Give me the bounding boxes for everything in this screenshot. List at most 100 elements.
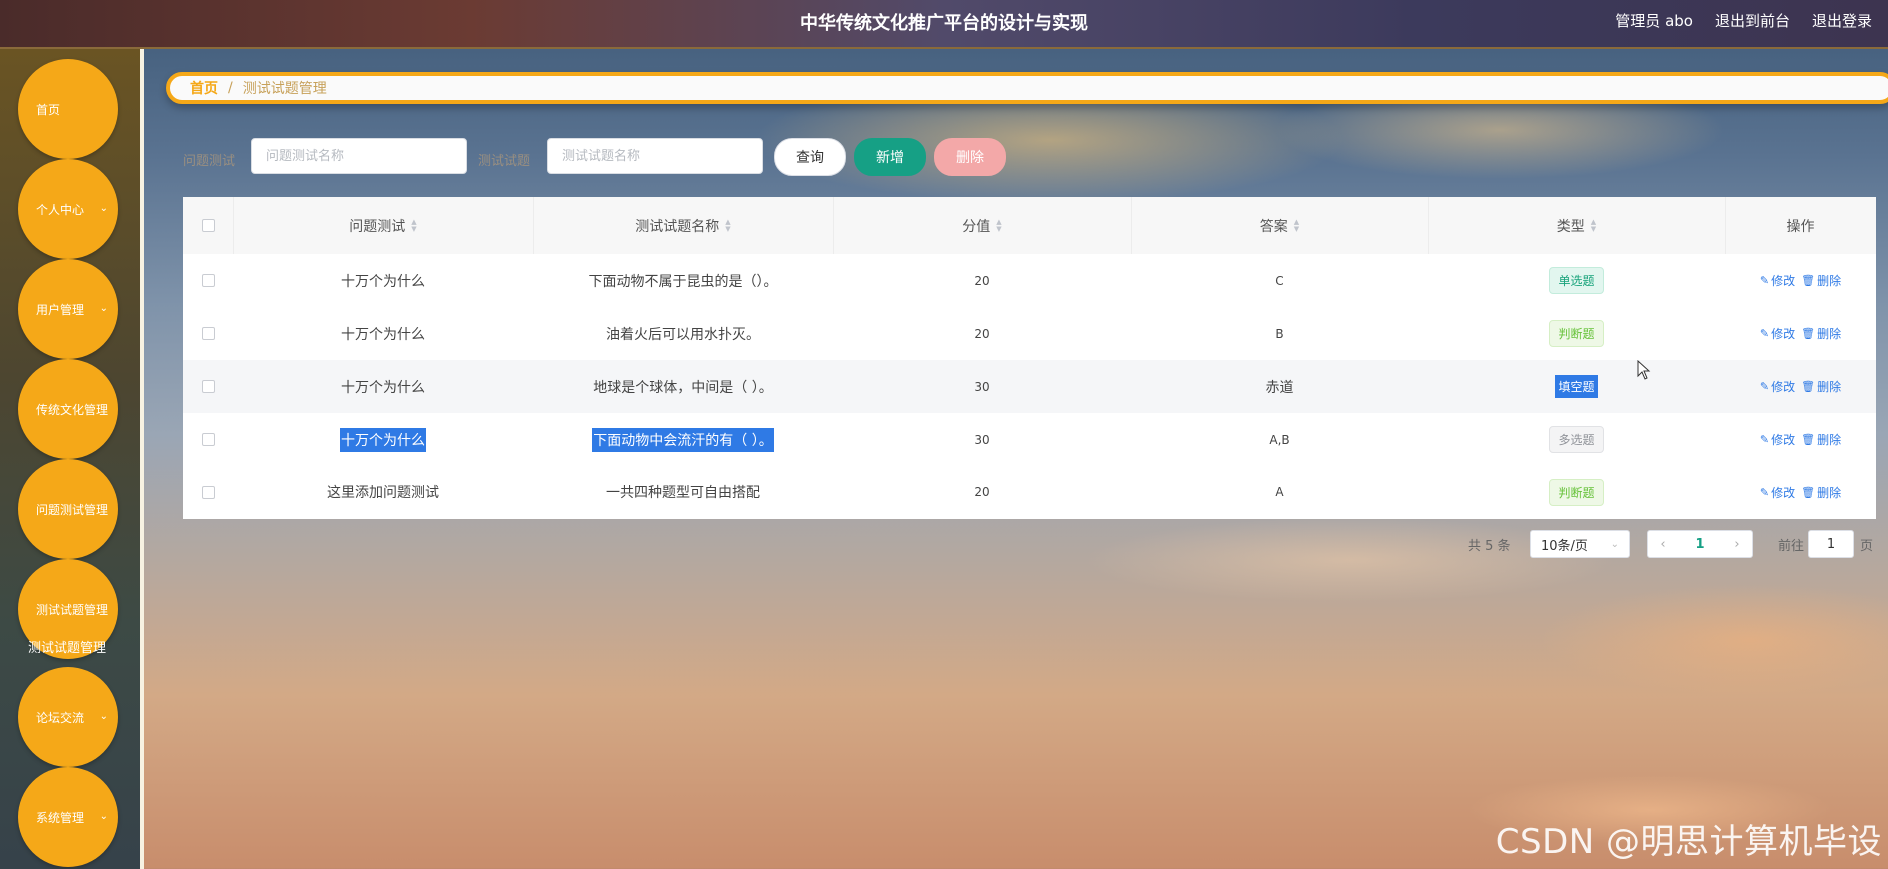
prev-page-icon[interactable]: ‹ <box>1648 537 1678 552</box>
to-front-link[interactable]: 退出到前台 <box>1715 10 1790 31</box>
edit-button[interactable]: ✎ 修改 <box>1760 484 1795 501</box>
column-header-question[interactable]: 测试试题名称 ▲ ▼ <box>533 197 833 254</box>
sidebar-item-culture-management[interactable]: 传统文化管理 <box>18 359 118 459</box>
cell-question: 油着火后可以用水扑灭。 <box>606 326 760 343</box>
question-name-label: 测试试题 <box>478 154 531 169</box>
cell-question: 地球是个球体，中间是（ ）。 <box>593 379 773 396</box>
sidebar-item-personal-center[interactable]: 个人中心 ⌄ <box>18 159 118 259</box>
chevron-down-icon: ⌄ <box>99 203 108 214</box>
cell-score: 20 <box>974 273 990 288</box>
row-actions: ✎ 修改 🗑 删除 <box>1725 466 1876 518</box>
column-header-test[interactable]: 问题测试 ▲ ▼ <box>233 197 533 254</box>
sidebar-item-home[interactable]: 首页 <box>18 59 118 159</box>
sidebar-item-forum[interactable]: 论坛交流 ⌄ <box>18 667 118 767</box>
sort-icon[interactable]: ▲ ▼ <box>725 218 730 233</box>
edit-icon: ✎ <box>1759 433 1770 446</box>
column-header-answer[interactable]: 答案 ▲ ▼ <box>1131 197 1428 254</box>
cell-score: 30 <box>974 432 990 447</box>
column-header-actions: 操作 <box>1786 218 1815 235</box>
test-name-label: 问题测试 <box>183 154 236 169</box>
cell-test: 十万个为什么 <box>341 379 425 396</box>
app-title: 中华传统文化推广平台的设计与实现 <box>800 13 1088 34</box>
current-user: 管理员 abo <box>1615 12 1693 30</box>
edit-icon: ✎ <box>1759 327 1770 340</box>
sidebar-active-label: 测试试题管理 <box>28 641 107 656</box>
delete-button[interactable]: 🗑 删除 <box>1801 325 1841 342</box>
cell-answer: C <box>1275 273 1284 288</box>
breadcrumb-home[interactable]: 首页 <box>190 78 218 98</box>
breadcrumb-separator: / <box>228 80 233 96</box>
sort-icon[interactable]: ▲ ▼ <box>996 218 1001 233</box>
cell-answer: A,B <box>1269 432 1290 447</box>
edit-icon: ✎ <box>1759 380 1770 393</box>
page-number[interactable]: 1 <box>1678 537 1722 552</box>
page-suffix: 页 <box>1860 538 1874 554</box>
sidebar-item-label: 问题测试管理 <box>36 502 109 517</box>
cell-question: 下面动物中会流汗的有（ ）。 <box>533 413 833 466</box>
sidebar-item-system-management[interactable]: 系统管理 ⌄ <box>18 767 118 867</box>
sidebar-item-user-management[interactable]: 用户管理 ⌄ <box>18 259 118 359</box>
sidebar-item-label: 测试试题管理 <box>36 602 109 617</box>
row-checkbox[interactable] <box>201 433 215 446</box>
select-all-cell <box>183 197 233 254</box>
cell-answer: 赤道 <box>1265 379 1294 396</box>
row-checkbox[interactable] <box>201 327 215 340</box>
page-size-select[interactable]: 10条/页 ⌄ <box>1530 530 1630 558</box>
row-checkbox[interactable] <box>201 380 215 393</box>
breadcrumb: 首页 / 测试试题管理 <box>166 72 1888 104</box>
question-name-input[interactable] <box>547 138 763 174</box>
select-all-checkbox[interactable] <box>201 219 215 232</box>
sidebar-item-label: 用户管理 <box>36 302 85 317</box>
goto-label: 前往 <box>1778 538 1805 554</box>
edit-button[interactable]: ✎ 修改 <box>1760 325 1795 342</box>
top-header: 中华传统文化推广平台的设计与实现 管理员 abo 退出到前台 退出登录 <box>0 0 1888 49</box>
row-actions: ✎ 修改 🗑 删除 <box>1725 360 1876 413</box>
query-button[interactable]: 查询 <box>774 138 846 176</box>
batch-delete-button[interactable]: 删除 <box>934 138 1006 176</box>
column-header-score[interactable]: 分值 ▲ ▼ <box>833 197 1131 254</box>
delete-button[interactable]: 🗑 删除 <box>1801 272 1841 289</box>
table-row: 十万个为什么 地球是个球体，中间是（ ）。 30 赤道 填空题 ✎ 修改 🗑 删除 <box>183 360 1876 414</box>
type-badge: 判断题 <box>1549 320 1604 347</box>
edit-icon: ✎ <box>1759 485 1770 499</box>
table-row: 十万个为什么 下面动物不属于昆虫的是（）。 20 C 单选题 ✎ 修改 🗑 删除 <box>183 254 1876 308</box>
cell-score: 20 <box>974 326 990 341</box>
edit-button[interactable]: ✎ 修改 <box>1760 272 1795 289</box>
table-row: 十万个为什么 下面动物中会流汗的有（ ）。 30 A,B 多选题 ✎ 修改 🗑 删除 <box>183 413 1876 467</box>
row-checkbox[interactable] <box>201 274 215 287</box>
test-name-input[interactable] <box>251 138 467 174</box>
cell-test: 十万个为什么 <box>341 273 425 290</box>
table-row: 十万个为什么 油着火后可以用水扑灭。 20 B 判断题 ✎ 修改 🗑 删除 <box>183 307 1876 361</box>
table-row: 这里添加问题测试 一共四种题型可自由搭配 20 A 判断题 ✎ 修改 🗑 删除 <box>183 466 1876 519</box>
sort-icon[interactable]: ▲ ▼ <box>1294 218 1299 233</box>
sort-icon[interactable]: ▲ ▼ <box>1591 218 1596 233</box>
row-actions: ✎ 修改 🗑 删除 <box>1725 254 1876 307</box>
logout-link[interactable]: 退出登录 <box>1812 10 1872 31</box>
goto-page-input[interactable] <box>1808 530 1854 558</box>
edit-icon: ✎ <box>1759 274 1770 287</box>
sidebar-item-question-test-management[interactable]: 问题测试管理 <box>18 459 118 559</box>
cell-test: 十万个为什么 <box>341 326 425 343</box>
cell-test: 十万个为什么 <box>233 413 533 466</box>
sort-icon[interactable]: ▲ ▼ <box>411 218 416 233</box>
sidebar-divider <box>140 49 144 869</box>
pager: ‹ 1 › <box>1647 530 1753 558</box>
cell-answer: A <box>1275 485 1284 499</box>
cell-score: 20 <box>974 485 990 499</box>
chevron-down-icon: ⌄ <box>1610 538 1619 550</box>
delete-button[interactable]: 🗑 删除 <box>1801 431 1841 448</box>
column-header-type[interactable]: 类型 ▲ ▼ <box>1428 197 1725 254</box>
edit-button[interactable]: ✎ 修改 <box>1760 378 1795 395</box>
cell-test: 这里添加问题测试 <box>327 485 439 501</box>
delete-button[interactable]: 🗑 删除 <box>1801 378 1841 395</box>
edit-button[interactable]: ✎ 修改 <box>1760 431 1795 448</box>
type-badge: 单选题 <box>1549 267 1604 294</box>
cell-question: 下面动物不属于昆虫的是（）。 <box>588 273 778 290</box>
row-checkbox[interactable] <box>201 485 215 499</box>
type-badge: 判断题 <box>1549 478 1604 506</box>
chevron-down-icon: ⌄ <box>99 303 108 314</box>
add-button[interactable]: 新增 <box>854 138 926 176</box>
next-page-icon[interactable]: › <box>1722 537 1752 552</box>
delete-button[interactable]: 🗑 删除 <box>1801 484 1841 501</box>
row-actions: ✎ 修改 🗑 删除 <box>1725 413 1876 466</box>
